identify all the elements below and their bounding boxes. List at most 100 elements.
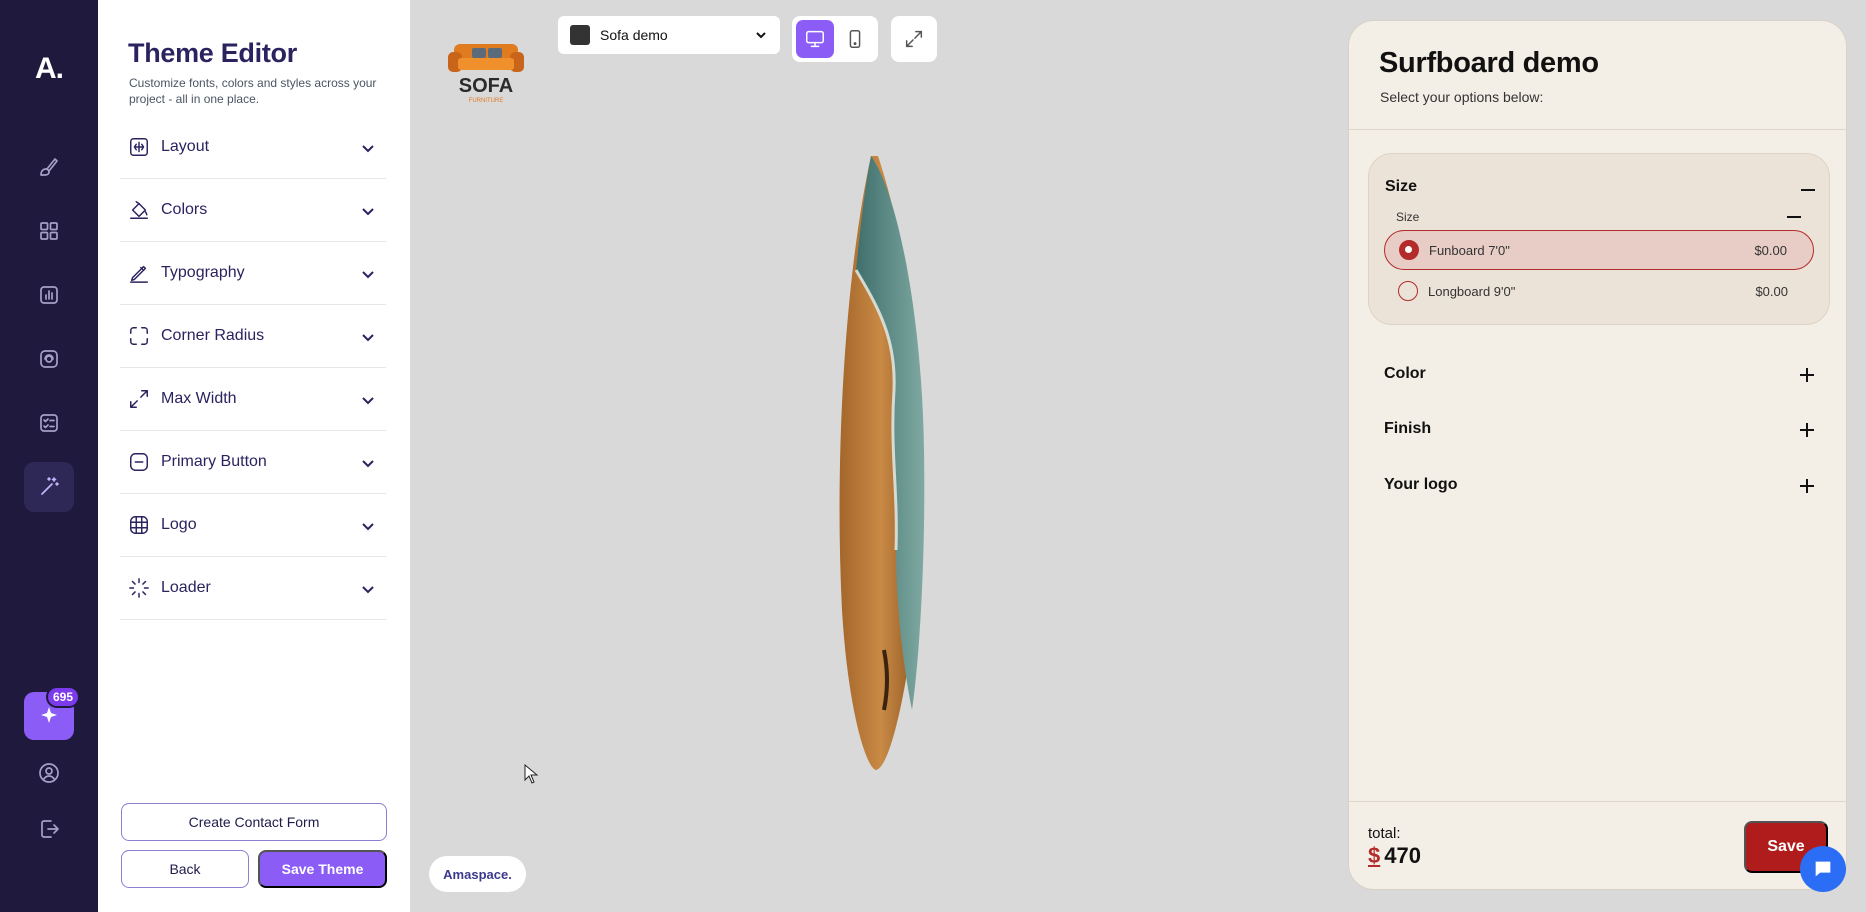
chevron-down-icon	[360, 392, 376, 408]
logout-icon	[41, 820, 59, 838]
rail-fingerprint-button[interactable]	[24, 334, 74, 384]
rail-logout-button[interactable]	[24, 804, 74, 854]
group-label: Color	[1384, 365, 1426, 382]
loader-icon	[127, 576, 151, 600]
project-thumbnail	[570, 25, 590, 45]
plus-icon	[1800, 423, 1814, 437]
app-rail: A. 695	[0, 0, 98, 912]
chevron-down-icon	[754, 28, 768, 42]
option-label: Funboard 7'0"	[1429, 242, 1510, 258]
section-colors[interactable]: Colors	[120, 179, 386, 242]
total-price: $470	[1368, 843, 1421, 869]
notification-count-badge: 695	[45, 686, 80, 708]
section-corner-radius[interactable]: Corner Radius	[120, 305, 386, 368]
plus-icon	[1800, 368, 1814, 382]
brand-logo: SOFA FURNITURE	[448, 44, 524, 104]
rail-profile-button[interactable]	[24, 748, 74, 798]
rail-theme-button[interactable]	[24, 462, 74, 512]
group-label: Your logo	[1384, 476, 1458, 493]
section-label: Logo	[161, 516, 197, 533]
section-logo[interactable]: Logo	[120, 494, 386, 557]
rail-brush-button[interactable]	[24, 142, 74, 192]
chevron-down-icon	[360, 266, 376, 282]
paint-bucket-icon	[127, 198, 151, 222]
device-toggle	[792, 16, 878, 62]
color-option-group[interactable]: Color	[1384, 365, 1814, 389]
chevron-down-icon	[360, 518, 376, 534]
chevron-down-icon	[360, 329, 376, 345]
rail-notifications-button[interactable]: 695	[24, 686, 80, 740]
chevron-down-icon	[360, 455, 376, 471]
divider	[1349, 129, 1846, 130]
amaspace-watermark[interactable]: Amaspace.	[429, 856, 526, 892]
desktop-view-button[interactable]	[796, 20, 834, 58]
size-subgroup-title: Size	[1396, 210, 1420, 224]
radio-unselected[interactable]	[1398, 281, 1418, 301]
theme-editor-panel: Theme Editor Customize fonts, colors and…	[98, 0, 410, 912]
chart-icon	[40, 286, 58, 304]
project-select-value: Sofa demo	[600, 27, 668, 43]
logo-option-group[interactable]: Your logo	[1384, 476, 1814, 500]
chevron-down-icon	[360, 140, 376, 156]
save-theme-button[interactable]: Save Theme	[258, 850, 387, 888]
currency-symbol: $	[1368, 843, 1381, 868]
option-price: $0.00	[1754, 242, 1787, 258]
product-configurator: Surfboard demo Select your options below…	[1348, 20, 1847, 890]
option-price: $0.00	[1755, 283, 1788, 299]
group-label: Finish	[1384, 420, 1432, 437]
back-button[interactable]: Back	[121, 850, 249, 888]
svg-text:FURNITURE: FURNITURE	[469, 98, 504, 104]
globe-icon	[127, 513, 151, 537]
total-label: total:	[1368, 825, 1401, 842]
option-label: Longboard 9'0"	[1428, 283, 1516, 299]
size-option-longboard[interactable]: Longboard 9'0" $0.00	[1384, 271, 1814, 311]
section-layout[interactable]: Layout	[120, 116, 386, 179]
grid-icon	[40, 222, 58, 240]
page-title: Theme Editor	[128, 38, 297, 68]
finish-option-group[interactable]: Finish	[1384, 420, 1814, 444]
section-typography[interactable]: Typography	[120, 242, 386, 305]
rail-checklist-button[interactable]	[24, 398, 74, 448]
section-label: Primary Button	[161, 453, 267, 470]
create-contact-form-button[interactable]: Create Contact Form	[121, 803, 387, 841]
mouse-cursor	[524, 764, 539, 784]
size-option-funboard[interactable]: Funboard 7'0" $0.00	[1384, 230, 1814, 270]
checklist-icon	[40, 414, 58, 432]
section-loader[interactable]: Loader	[120, 557, 386, 620]
user-circle-icon	[39, 763, 59, 783]
pen-icon	[127, 261, 151, 285]
fullscreen-button[interactable]	[891, 16, 937, 62]
expand-icon	[905, 30, 923, 48]
resize-icon	[127, 387, 151, 411]
app-logo[interactable]: A.	[0, 52, 98, 86]
rail-grid-button[interactable]	[24, 206, 74, 256]
collapse-icon[interactable]	[1787, 216, 1801, 218]
chat-widget-button[interactable]	[1800, 846, 1846, 892]
collapse-icon[interactable]	[1801, 189, 1815, 191]
radio-selected[interactable]	[1399, 240, 1419, 260]
section-label: Layout	[161, 138, 210, 155]
size-group-title: Size	[1385, 178, 1418, 195]
section-label: Loader	[161, 579, 211, 596]
section-label: Colors	[161, 201, 208, 218]
page-subtitle: Customize fonts, colors and styles acros…	[129, 76, 377, 106]
layout-icon	[127, 135, 151, 159]
configurator-title: Surfboard demo	[1379, 47, 1599, 79]
mobile-icon	[849, 30, 861, 48]
divider	[1349, 801, 1846, 802]
surfboard-3d-preview[interactable]	[826, 150, 956, 776]
plus-icon	[1800, 479, 1814, 493]
svg-text:SOFA: SOFA	[459, 75, 513, 97]
section-primary-button[interactable]: Primary Button	[120, 431, 386, 494]
project-select[interactable]: Sofa demo	[558, 16, 780, 54]
size-option-group: Size Size Funboard 7'0" $0.00 Longboard …	[1368, 153, 1830, 325]
magic-wand-icon	[41, 477, 59, 495]
chevron-down-icon	[360, 203, 376, 219]
corner-radius-icon	[127, 324, 151, 348]
total-amount: 470	[1384, 843, 1421, 868]
section-label: Max Width	[161, 390, 237, 407]
brush-icon	[40, 158, 58, 176]
section-max-width[interactable]: Max Width	[120, 368, 386, 431]
rail-chart-button[interactable]	[24, 270, 74, 320]
mobile-view-button[interactable]	[836, 20, 874, 58]
